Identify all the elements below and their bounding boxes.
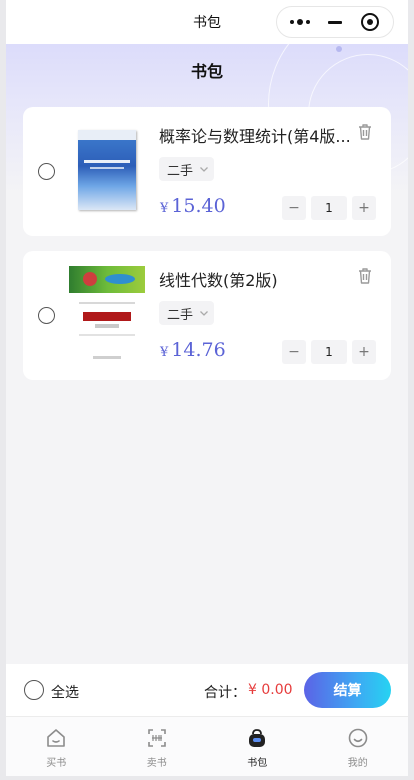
select-all-label[interactable]: 全选 <box>51 682 79 702</box>
item-select-radio[interactable] <box>38 307 55 324</box>
target-circle-icon[interactable] <box>355 10 385 34</box>
currency-symbol: ¥ <box>160 345 169 360</box>
book-title[interactable]: 线性代数(第2版) <box>159 267 355 291</box>
tab-label: 我的 <box>347 758 368 769</box>
condition-label: 二手 <box>167 163 194 179</box>
chevron-down-icon <box>200 311 208 316</box>
quantity-value[interactable]: 1 <box>311 340 347 364</box>
condition-select[interactable]: 二手 <box>159 301 214 325</box>
increment-button[interactable]: + <box>352 340 376 364</box>
tab-label: 书包 <box>247 758 268 769</box>
condition-select[interactable]: 二手 <box>159 157 214 181</box>
trash-icon[interactable] <box>357 267 373 285</box>
currency-symbol: ¥ <box>160 201 169 216</box>
item-select-radio[interactable] <box>38 163 55 180</box>
tab-label: 卖书 <box>146 758 167 769</box>
decrement-button[interactable]: − <box>282 196 306 220</box>
quantity-stepper: − 1 + <box>282 340 376 364</box>
price-value: 14.76 <box>171 339 226 361</box>
cart-item-card: 线性代数(第2版) 二手 ¥14.76 − 1 + <box>23 251 391 380</box>
scan-icon <box>147 729 166 747</box>
chevron-down-icon <box>200 167 208 172</box>
cart-item-card: 概率论与数理统计(第4版... 二手 ¥15.40 − 1 + <box>23 107 391 236</box>
bottom-tab-bar: 买书 卖书 书包 我的 <box>6 716 408 776</box>
book-cover-image <box>69 122 145 221</box>
total-label: 合计： <box>204 685 246 701</box>
decrement-button[interactable]: − <box>282 340 306 364</box>
checkout-button[interactable]: 结算 <box>304 672 391 708</box>
checkout-bar: 全选 合计： ¥ 0.00 结算 <box>6 664 408 716</box>
tab-mine[interactable]: 我的 <box>308 717 409 776</box>
book-title[interactable]: 概率论与数理统计(第4版... <box>159 123 355 147</box>
top-nav-bar: 书包 <box>6 0 408 44</box>
condition-label: 二手 <box>167 307 194 323</box>
quantity-stepper: − 1 + <box>282 196 376 220</box>
home-icon <box>47 729 66 747</box>
increment-button[interactable]: + <box>352 196 376 220</box>
smile-icon <box>348 728 368 748</box>
bag-icon <box>249 729 266 747</box>
price: ¥15.40 <box>160 195 226 217</box>
select-all-radio[interactable] <box>24 680 44 700</box>
minimize-icon[interactable] <box>320 10 350 34</box>
trash-icon[interactable] <box>357 123 373 141</box>
mini-program-capsule <box>276 6 394 38</box>
price-value: 15.40 <box>171 195 226 217</box>
book-cover-image <box>69 266 145 365</box>
page-title: 书包 <box>190 62 223 81</box>
nav-title: 书包 <box>193 15 221 31</box>
more-dots-icon[interactable] <box>285 10 315 34</box>
price: ¥14.76 <box>160 339 226 361</box>
tab-buy[interactable]: 买书 <box>6 717 107 776</box>
quantity-value[interactable]: 1 <box>311 196 347 220</box>
total-value: ¥ 0.00 <box>248 682 293 698</box>
tab-bag[interactable]: 书包 <box>207 717 308 776</box>
tab-label: 买书 <box>46 758 67 769</box>
tab-sell[interactable]: 卖书 <box>107 717 208 776</box>
